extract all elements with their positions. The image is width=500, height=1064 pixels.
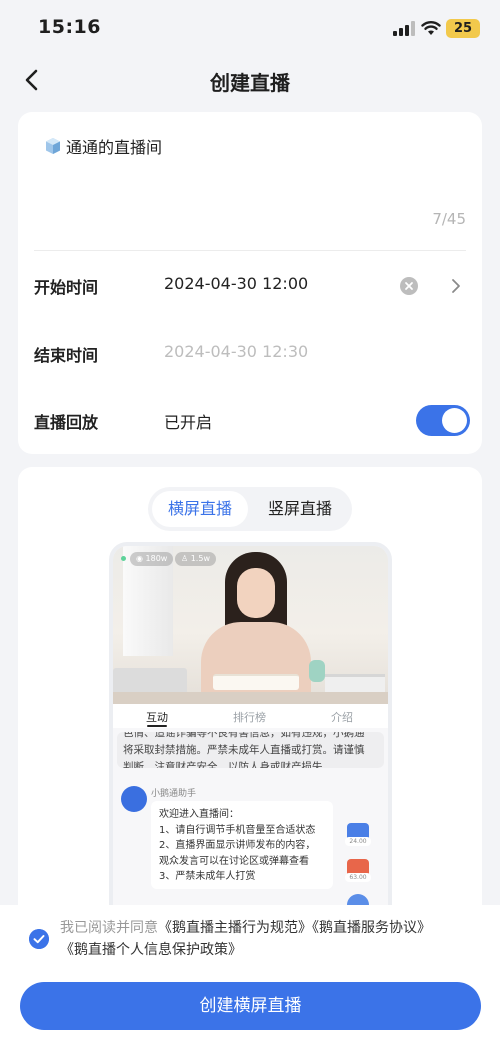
signal-icon — [393, 21, 415, 36]
message-line: 欢迎进入直播间： — [159, 809, 239, 820]
message-line: 3、严禁未成年人打赏 — [159, 871, 256, 883]
orientation-tabs: 横屏直播 竖屏直播 — [148, 487, 352, 531]
message-line: 观众发言可以在讨论区或弹幕查看 — [159, 855, 309, 867]
bottom-panel: 我已阅读并同意《鹅直播主播行为规范》《鹅直播服务协议》 《鹅直播个人信息保护政策… — [0, 905, 500, 1064]
end-time-value[interactable]: 2024-04-30 12:30 — [164, 342, 308, 361]
assistant-message: 欢迎进入直播间： 1、请自行调节手机音量至合适状态 2、直播界面显示讲师发布的内… — [151, 801, 333, 889]
page-title: 创建直播 — [210, 71, 290, 95]
clear-icon[interactable] — [400, 277, 418, 295]
viewers-count: 180w — [145, 554, 168, 563]
laptop-illustration — [113, 668, 187, 694]
replay-row: 直播回放 已开启 — [18, 395, 482, 447]
plant-illustration — [309, 660, 325, 682]
notice-banner: 色情、造谣诈骗等不良有害信息，如有违规，小鹅通 将采取封禁措施。严禁未成年人直播… — [117, 732, 384, 768]
preview-tabs: 互动 排行榜 介绍 — [113, 704, 388, 728]
gift-bag-icon: 63.00 — [345, 859, 371, 882]
desk-illustration — [113, 692, 388, 704]
nav-bar: 创建直播 — [0, 56, 500, 108]
preview-tab-ranking: 排行榜 — [233, 711, 266, 724]
service-agreement-link[interactable]: 《鹅直播服务协议》 — [312, 920, 431, 936]
assistant-name: 小鹅通助手 — [151, 789, 197, 799]
message-line: 1、请自行调节手机音量至合适状态 — [159, 824, 316, 836]
likes-count: 1.5w — [190, 554, 210, 563]
live-title-input[interactable]: 通通的直播间 — [44, 134, 162, 158]
notice-line: 判断，注意财产安全，以防人身或财产损失。 — [123, 761, 333, 768]
preview-tab-interact: 互动 — [146, 711, 168, 724]
end-time-label: 结束时间 — [34, 346, 99, 365]
price-label: 24.00 — [345, 837, 371, 846]
preview-tab-intro: 介绍 — [331, 711, 353, 724]
chevron-right-icon[interactable] — [450, 277, 462, 295]
agreement-prefix: 我已阅读并同意 — [60, 920, 158, 936]
wifi-icon — [421, 21, 441, 35]
likes-badge: ♙ 1.5w — [175, 552, 216, 566]
toggle-knob — [442, 408, 467, 433]
live-title-value: 通通的直播间 — [66, 138, 163, 157]
live-settings-card: 通通的直播间 7/45 开始时间 2024-04-30 12:00 结束时间 2… — [18, 112, 482, 454]
start-time-value[interactable]: 2024-04-30 12:00 — [164, 274, 308, 293]
presenter-face — [237, 568, 275, 618]
replay-label: 直播回放 — [34, 413, 99, 432]
phone-preview: ◉ 180w ♙ 1.5w 互动 排行榜 介绍 色情、造谣诈骗等不良有害信息，如… — [109, 542, 392, 927]
video-preview: ◉ 180w ♙ 1.5w — [113, 546, 388, 704]
end-time-row[interactable]: 结束时间 2024-04-30 12:30 — [18, 328, 482, 380]
notice-line: 色情、造谣诈骗等不良有害信息，如有违规，小鹅通 — [123, 732, 365, 739]
replay-toggle[interactable] — [416, 405, 470, 436]
viewers-badge: ◉ 180w — [130, 552, 174, 566]
start-time-row[interactable]: 开始时间 2024-04-30 12:00 — [18, 260, 482, 312]
cube-emoji-icon — [46, 138, 60, 154]
tab-portrait[interactable]: 竖屏直播 — [252, 491, 348, 527]
status-bar: 15:16 25 — [0, 0, 500, 56]
assistant-avatar — [121, 786, 147, 812]
divider — [34, 250, 466, 251]
battery-icon: 25 — [446, 19, 480, 38]
open-book-illustration — [213, 674, 299, 690]
create-live-button[interactable]: 创建横屏直播 — [20, 982, 481, 1030]
calendar-icon: 24.00 — [345, 823, 371, 846]
replay-status: 已开启 — [164, 413, 213, 432]
checkbox-checked-icon[interactable] — [29, 929, 49, 949]
code-of-conduct-link[interactable]: 《鹅直播主播行为规范》 — [158, 920, 312, 936]
books-illustration — [325, 674, 385, 692]
price-label: 63.00 — [345, 873, 371, 882]
tab-underline — [147, 725, 167, 727]
start-time-label: 开始时间 — [34, 278, 99, 297]
live-dot-icon — [121, 556, 126, 561]
preview-card: 横屏直播 竖屏直播 ◉ 180w ♙ 1.5w 互动 排行榜 介绍 色情、造谣诈… — [18, 467, 482, 927]
notice-line: 将采取封禁措施。严禁未成年人直播或打赏。请谨慎 — [123, 744, 365, 756]
char-counter: 7/45 — [432, 210, 466, 228]
agreement-text: 我已阅读并同意《鹅直播主播行为规范》《鹅直播服务协议》 《鹅直播个人信息保护政策… — [60, 917, 470, 961]
status-time: 15:16 — [38, 16, 101, 38]
tab-landscape[interactable]: 横屏直播 — [152, 491, 248, 527]
message-line: 2、直播界面显示讲师发布的内容， — [159, 840, 316, 852]
privacy-policy-link[interactable]: 《鹅直播个人信息保护政策》 — [60, 942, 242, 958]
